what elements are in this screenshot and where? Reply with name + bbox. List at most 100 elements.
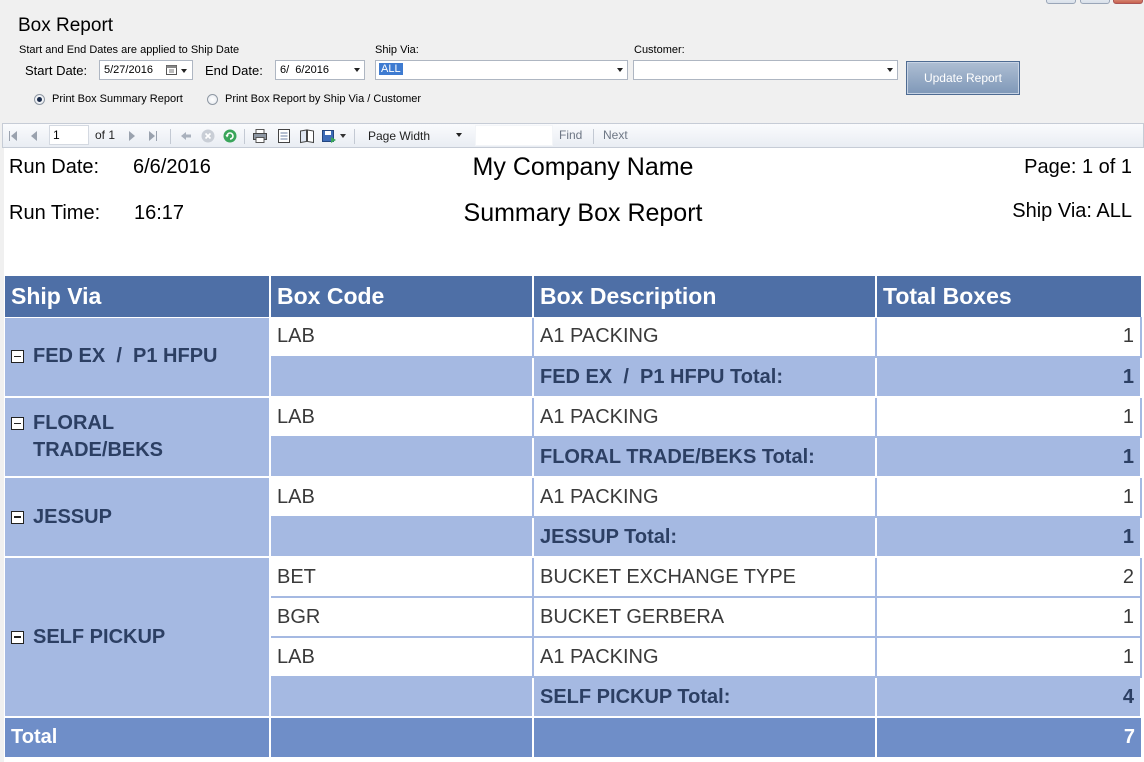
start-date-value: 5/27/2016 — [104, 64, 153, 76]
box-code-cell: LAB — [270, 637, 534, 678]
toolbar-separator — [354, 129, 355, 144]
ship-via-value: ALL — [379, 63, 403, 75]
total-boxes-cell: 1 — [876, 317, 1142, 358]
box-description-cell: A1 PACKING — [533, 637, 877, 678]
refresh-icon[interactable] — [222, 128, 238, 144]
total-boxes-cell: 1 — [876, 637, 1142, 678]
last-page-arrow-icon[interactable] — [149, 131, 155, 141]
run-date-value: 6/6/2016 — [133, 156, 211, 178]
box-description-cell: A1 PACKING — [533, 397, 877, 438]
page-setup-icon[interactable] — [299, 128, 315, 144]
minimize-button[interactable] — [1046, 0, 1076, 4]
subtotal-label: FED EX / P1 HFPU Total: — [533, 357, 877, 398]
end-date-picker[interactable]: 6/ 6/2016 — [275, 60, 365, 80]
box-code-cell: BET — [270, 557, 534, 598]
print-icon[interactable] — [252, 128, 268, 144]
ship-via-label: Ship Via: — [375, 44, 419, 56]
customer-select[interactable] — [633, 60, 898, 80]
radio-summary-report[interactable] — [34, 94, 45, 105]
first-page-arrow-icon[interactable] — [11, 131, 17, 141]
subtotal-spacer — [270, 357, 534, 398]
radio-by-ship-via[interactable] — [207, 94, 218, 105]
last-page-icon[interactable] — [156, 131, 157, 141]
toolbar-separator — [244, 129, 245, 144]
total-boxes-cell: 1 — [876, 397, 1142, 438]
grand-total-value: 7 — [876, 717, 1141, 757]
column-header-box-code: Box Code — [270, 276, 534, 318]
subtotal-value: 4 — [876, 677, 1142, 718]
column-header-ship-via: Ship Via — [5, 276, 271, 318]
subtotal-label: FLORAL TRADE/BEKS Total: — [533, 437, 877, 478]
collapse-icon[interactable] — [11, 350, 24, 364]
box-code-cell: LAB — [270, 477, 534, 518]
table-header-row: Ship Via Box Code Box Description Total … — [5, 276, 1141, 318]
chevron-down-icon — [617, 68, 623, 72]
collapse-icon[interactable] — [11, 630, 24, 644]
export-icon[interactable] — [321, 128, 337, 144]
grand-total-label: Total — [5, 717, 271, 757]
zoom-value: Page Width — [368, 129, 431, 143]
group-ship-via: FLORAL TRADE/BEKS — [5, 397, 271, 478]
table-row: JESSUP LAB A1 PACKING 1 — [5, 477, 1142, 558]
previous-page-icon[interactable] — [31, 131, 37, 141]
summary-table: Ship Via Box Code Box Description Total … — [5, 276, 1142, 757]
total-boxes-cell: 1 — [876, 477, 1142, 518]
page-number-input[interactable]: 1 — [49, 125, 89, 145]
find-link[interactable]: Find — [559, 128, 582, 142]
page-info: Page: 1 of 1 — [1024, 156, 1132, 178]
end-date-value: 6/ 6/2016 — [280, 64, 329, 76]
subtotal-spacer — [270, 437, 534, 478]
export-dropdown-icon[interactable] — [340, 134, 346, 138]
page-current: 1 — [53, 128, 60, 142]
subtotal-spacer — [270, 677, 534, 718]
chevron-down-icon — [456, 133, 462, 137]
table-row: FED EX / P1 HFPU LAB A1 PACKING 1 — [5, 317, 1142, 398]
start-date-picker[interactable]: 5/27/2016 — [99, 60, 193, 80]
end-date-label: End Date: — [205, 63, 263, 78]
group-ship-via: FED EX / P1 HFPU — [5, 317, 271, 398]
next-link[interactable]: Next — [603, 128, 628, 142]
report-title: Summary Box Report — [463, 199, 703, 227]
page-of-label: of 1 — [95, 128, 116, 142]
customer-label: Customer: — [634, 44, 685, 56]
report-canvas: Run Date: 6/6/2016 Run Time: 16:17 My Co… — [4, 148, 1144, 762]
table-row: SELF PICKUP BET BUCKET EXCHANGE TYPE 2 — [5, 557, 1142, 718]
maximize-button[interactable] — [1080, 0, 1110, 4]
toolbar-separator — [593, 129, 594, 144]
subtotal-value: 1 — [876, 517, 1142, 558]
group-ship-via: JESSUP — [5, 477, 271, 558]
report-toolbar: 1 of 1 Page Width Find Next — [2, 123, 1144, 148]
find-input[interactable] — [475, 125, 553, 146]
grand-total-spacer — [270, 717, 534, 757]
column-header-box-description: Box Description — [533, 276, 877, 318]
ship-via-select[interactable]: ALL — [375, 60, 628, 80]
calendar-icon[interactable] — [166, 64, 177, 75]
subtotal-label: SELF PICKUP Total: — [533, 677, 877, 718]
ship-via-name: FLORAL TRADE/BEKS — [33, 412, 164, 461]
run-time-value: 16:17 — [134, 202, 185, 224]
box-description-cell: A1 PACKING — [533, 477, 877, 518]
ship-via-name: FED EX / P1 HFPU — [33, 345, 218, 368]
zoom-select[interactable]: Page Width — [364, 125, 468, 146]
close-button[interactable] — [1113, 0, 1143, 4]
box-code-cell: LAB — [270, 317, 534, 358]
company-name: My Company Name — [472, 153, 694, 181]
stop-icon[interactable] — [200, 128, 216, 144]
box-description-cell: BUCKET GERBERA — [533, 597, 877, 638]
next-page-icon[interactable] — [129, 131, 135, 141]
grand-total-spacer — [533, 717, 877, 757]
back-icon[interactable] — [178, 128, 194, 144]
start-date-label: Start Date: — [25, 63, 88, 78]
subtotal-spacer — [270, 517, 534, 558]
table-row: FLORAL TRADE/BEKS LAB A1 PACKING 1 — [5, 397, 1142, 478]
run-date-label: Run Date: — [9, 156, 100, 178]
chevron-down-icon — [887, 68, 893, 72]
print-layout-icon[interactable] — [276, 128, 292, 144]
ship-via-name: SELF PICKUP — [33, 625, 166, 648]
collapse-icon[interactable] — [11, 417, 24, 430]
update-report-button[interactable]: Update Report — [906, 61, 1020, 95]
box-description-cell: BUCKET EXCHANGE TYPE — [533, 557, 877, 598]
collapse-icon[interactable] — [11, 510, 24, 524]
form-title: Box Report — [18, 15, 114, 36]
first-page-icon[interactable] — [9, 131, 10, 141]
